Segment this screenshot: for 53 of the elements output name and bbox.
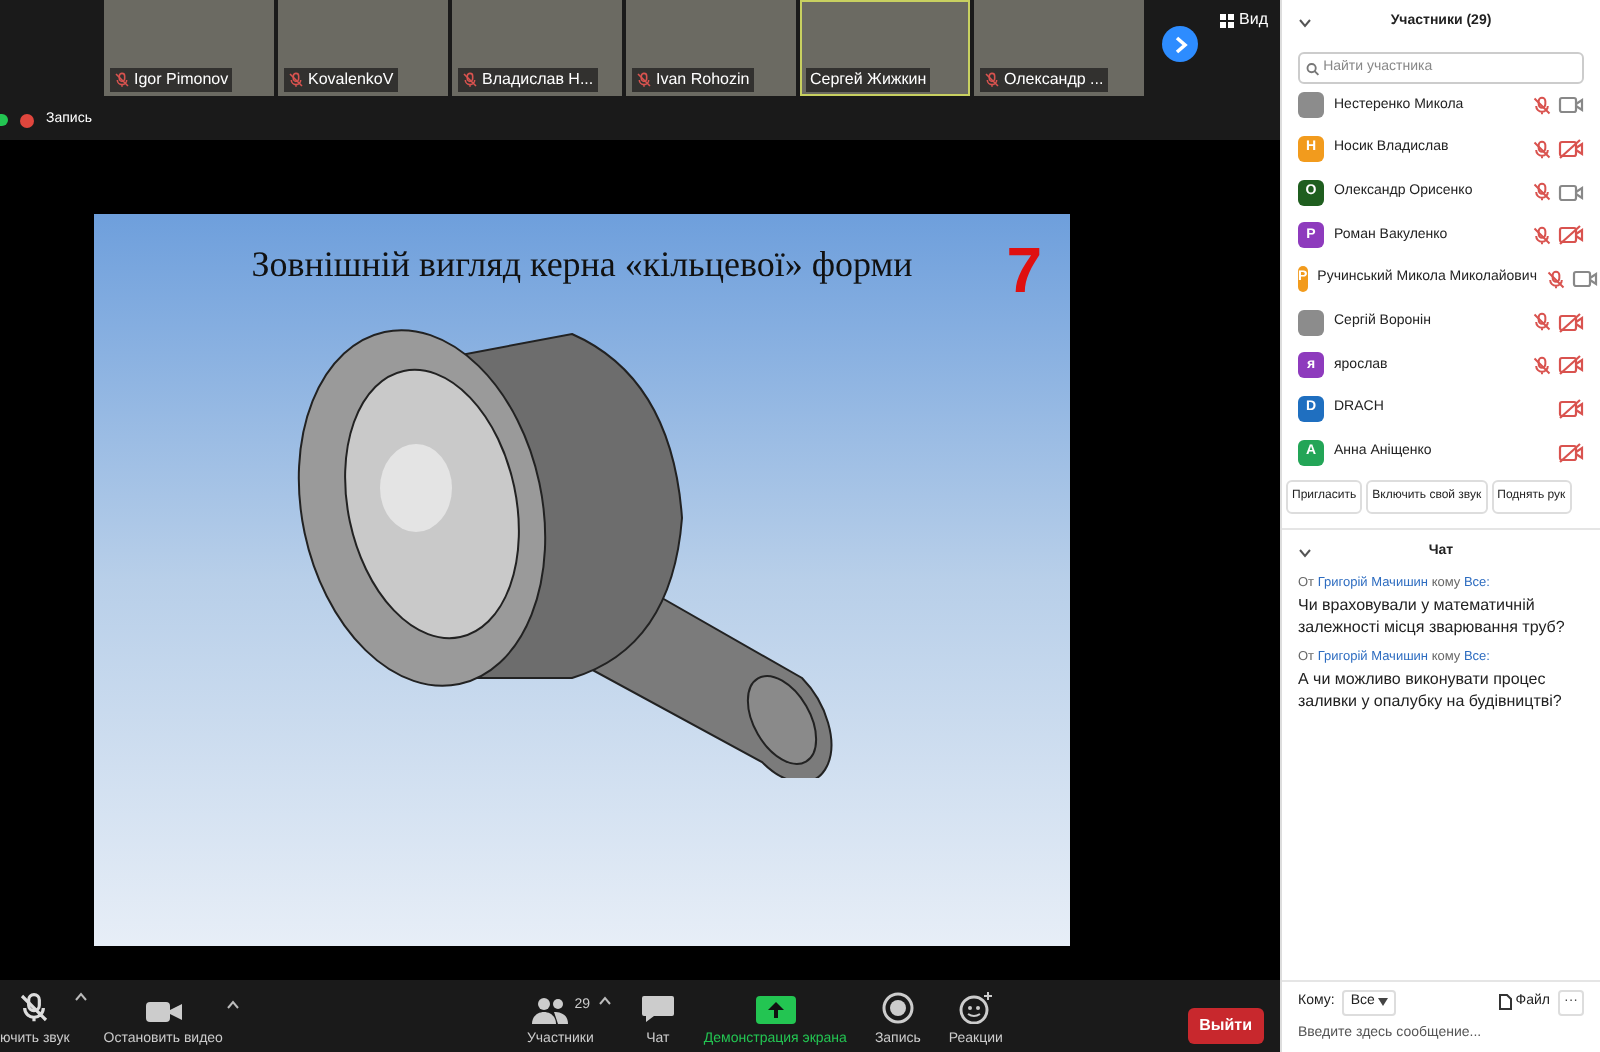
muted-mic-icon [1532,312,1552,333]
participant-name: Ivan Rohozin [656,68,750,92]
next-page-button[interactable] [1162,26,1198,62]
muted-mic-icon [1532,139,1552,160]
video-off-icon [1558,441,1584,464]
document-icon [1497,994,1512,1011]
video-camera-icon [1558,94,1584,117]
chevron-right-icon [1173,35,1187,53]
leave-button[interactable]: Выйти [1187,1008,1264,1044]
video-off-icon [1558,311,1584,334]
muted-mic-icon [18,991,51,1023]
participant-name: Igor Pimonov [134,68,229,92]
participant-name: KovalenkoV [308,68,394,92]
message-text: Чи враховували у математичній залежності місця зварювання труб? [1298,593,1567,638]
muted-mic-icon [462,72,478,88]
smiley-plus-icon [957,991,994,1023]
muted-mic-icon [636,72,652,88]
participant-name: Сергей Жижкин [810,68,927,92]
caret-icon[interactable] [226,999,241,1009]
caret-icon[interactable] [73,991,88,1001]
caret-icon[interactable] [597,995,612,1005]
chevron-down-icon[interactable] [1298,547,1312,558]
message-text: А чи можливо виконувати процес заливки у опалубку на будівництві? [1298,667,1564,712]
muted-mic-icon [1546,269,1567,290]
people-icon [530,995,571,1023]
video-off-icon [1558,398,1584,421]
muted-mic-icon [1532,225,1552,246]
participant-name: Владислав Н... [482,68,594,92]
video-camera-icon [145,999,182,1023]
share-screen-icon [755,995,796,1023]
avatar-photo-placeholder [1298,92,1324,119]
muted-mic-icon [288,72,304,88]
caret-icon [1378,998,1389,1007]
slide-title: Зовнішній вигляд керна «кільцевої» форми [251,242,913,288]
view-button[interactable]: Вид [1219,8,1268,32]
video-camera-icon [1558,181,1584,204]
video-camera-icon [1572,268,1599,291]
muted-mic-icon [984,72,1000,88]
record-icon [881,991,914,1023]
search-icon [1306,61,1320,75]
participant-name: Олександр ... [1004,68,1104,92]
chat-bubble-icon [639,993,676,1023]
muted-mic-icon [114,72,130,88]
video-off-icon [1558,354,1584,377]
grid-icon [1219,13,1234,27]
avatar-photo-placeholder [1298,309,1324,336]
muted-mic-icon [1532,182,1552,203]
muted-mic-icon [1532,95,1552,116]
chevron-down-icon[interactable] [1298,17,1312,27]
slide-number: 7 [1006,232,1042,310]
muted-mic-icon [1532,355,1552,376]
video-off-icon [1558,138,1584,161]
video-off-icon [1558,224,1584,247]
